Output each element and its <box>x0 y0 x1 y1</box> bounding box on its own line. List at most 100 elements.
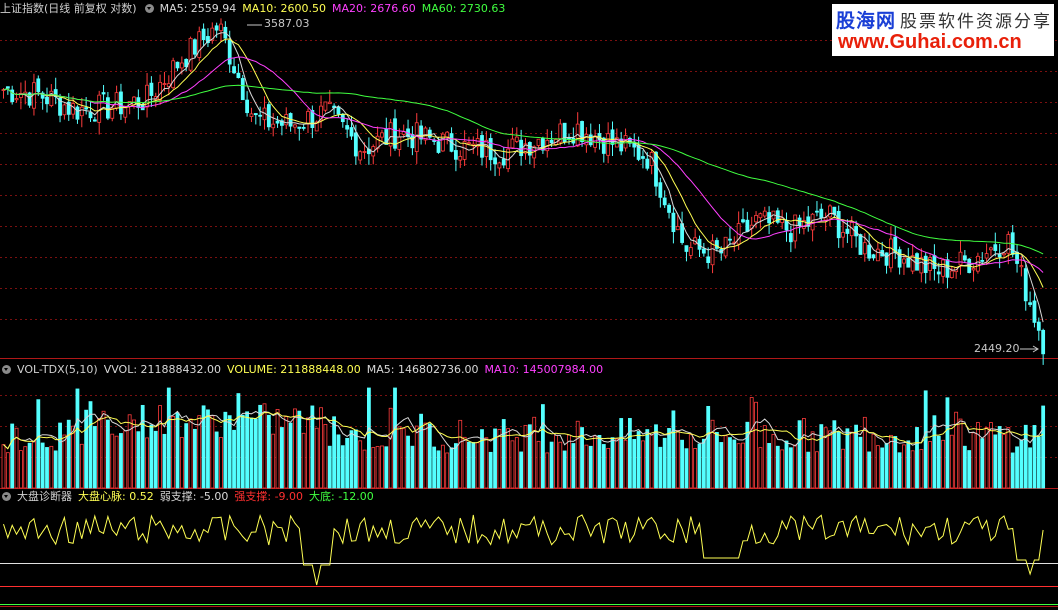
candle-body <box>510 138 515 149</box>
volume-bar <box>110 433 115 489</box>
candle-body <box>358 151 363 161</box>
candle-body <box>549 139 554 144</box>
volume-bar <box>414 425 419 489</box>
ma-legend: MA5: 2559.94 MA10: 2600.50 MA20: 2676.60 MA… <box>160 2 512 15</box>
volume-bar <box>314 427 319 489</box>
guhai-logo: 股海网 股票软件资源分享 www.Guhai.com.cn <box>832 4 1054 56</box>
volume-bar <box>219 437 223 489</box>
price-panel-title: 上证指数(日线 前复权 对数) <box>0 2 137 15</box>
volume-bar <box>671 410 676 489</box>
candle-body <box>993 244 998 251</box>
volume-bar <box>18 450 23 489</box>
candle-body <box>197 31 202 58</box>
volume-bar <box>449 447 454 489</box>
volume-bar <box>1036 436 1041 489</box>
candle-body <box>458 156 463 161</box>
volume-bar <box>628 418 632 489</box>
logo-url: www.Guhai.com.cn <box>838 31 1022 53</box>
volume-bar <box>210 415 215 489</box>
volume-bar <box>366 387 371 489</box>
volume-bar <box>388 407 393 489</box>
candle-body <box>867 244 872 259</box>
candle-body <box>1023 268 1028 302</box>
candle-body <box>962 255 967 261</box>
candle-body <box>1006 234 1011 254</box>
volume-bar <box>175 412 180 489</box>
volume-bar <box>1002 434 1006 489</box>
dropdown-arrow-icon[interactable] <box>144 4 154 13</box>
volume-bar <box>327 445 332 489</box>
volume-bar <box>997 426 1002 489</box>
candle-body <box>214 25 219 31</box>
dropdown-arrow-icon[interactable] <box>2 492 11 501</box>
volume-bar <box>323 424 328 489</box>
volume-bar <box>97 418 102 489</box>
candle-body <box>201 28 206 41</box>
volume-bar <box>688 434 693 489</box>
volume-bar <box>297 410 302 489</box>
candle-body <box>79 106 84 117</box>
candle-body <box>514 136 519 142</box>
candle-body <box>675 225 680 231</box>
candle-body <box>819 208 824 219</box>
ma10-line <box>3 38 1044 288</box>
volume-bar <box>158 405 163 489</box>
volume-bar <box>532 416 537 489</box>
dropdown-arrow-icon[interactable] <box>2 365 11 374</box>
volume-bar <box>945 397 950 489</box>
volume-bar <box>371 447 376 489</box>
volume-bar <box>319 407 323 489</box>
candle-body <box>301 127 306 129</box>
candle-body <box>662 197 667 206</box>
volume-bar <box>749 397 754 489</box>
volume-bar <box>423 422 428 489</box>
volume-bar <box>641 440 645 489</box>
volume-bar <box>684 448 689 489</box>
volume-bar <box>849 431 854 489</box>
candle-body <box>84 107 89 110</box>
volume-bar <box>84 409 89 489</box>
low-price-value: 2449.20 <box>974 342 1020 355</box>
volume-bar <box>192 428 197 489</box>
volume-bar <box>436 450 441 489</box>
candle-body <box>989 247 993 251</box>
volume-bar <box>293 408 297 489</box>
volume-bar <box>345 437 350 489</box>
volume-bar <box>554 434 558 489</box>
candle-body <box>410 134 415 149</box>
volume-bar <box>654 424 658 489</box>
candle-body <box>271 123 276 129</box>
volume-bar <box>79 443 84 489</box>
candle-body <box>345 125 350 130</box>
volume-bar <box>106 419 110 489</box>
candle-body <box>114 92 119 109</box>
volume-bar <box>971 432 976 489</box>
volume-bar <box>123 430 128 489</box>
candle-body <box>1015 251 1019 264</box>
candle-body <box>493 157 497 165</box>
candle-body <box>758 213 763 219</box>
candle-body <box>949 270 954 278</box>
ma-label-2: MA20: 2676.60 <box>332 2 416 15</box>
volume-bar <box>401 428 406 489</box>
volume-bar <box>967 450 972 489</box>
volume-bar <box>75 388 80 489</box>
candle-body <box>667 204 671 213</box>
volume-bar <box>762 425 767 489</box>
ma-label-0: MA5: 2559.94 <box>159 2 237 15</box>
volume-bar <box>723 435 728 489</box>
volume-bar <box>680 439 684 489</box>
candle-body <box>1041 329 1046 355</box>
volume-bar <box>976 422 980 489</box>
candle-body <box>436 141 441 153</box>
volume-bar <box>71 425 75 489</box>
stock-chart[interactable] <box>0 0 1058 610</box>
volume-bar <box>132 419 136 489</box>
volume-bar <box>10 423 15 489</box>
candle-body <box>467 142 471 145</box>
volume-bar <box>541 404 545 489</box>
volume-bar <box>375 446 380 489</box>
ind-label-0: 大盘心脉: 0.52 <box>78 490 154 503</box>
volume-bar <box>588 445 593 489</box>
candle-body <box>45 96 49 105</box>
